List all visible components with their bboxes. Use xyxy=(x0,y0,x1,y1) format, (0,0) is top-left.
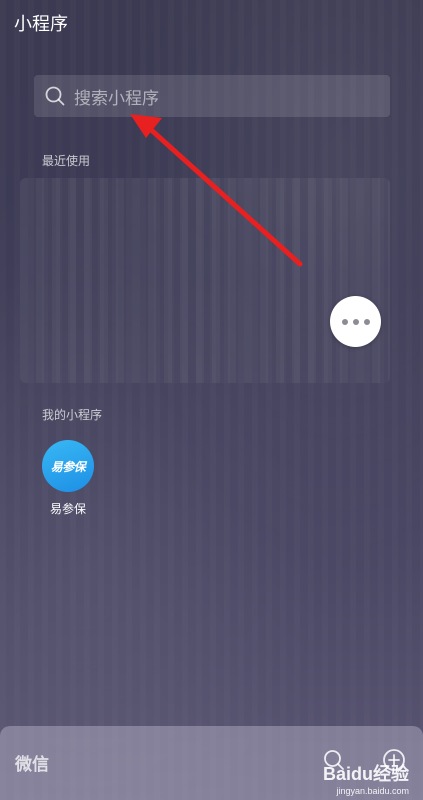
app-icon[interactable]: 易参保 xyxy=(42,440,94,492)
more-dots-icon xyxy=(352,318,359,325)
section-label-recent: 最近使用 xyxy=(42,154,91,168)
watermark-brand: Baidu经验 xyxy=(322,764,409,784)
bottom-bar: 微信 Baidu经验 jingyan.baidu.com xyxy=(0,726,423,800)
recent-apps-area xyxy=(20,178,390,383)
more-button[interactable] xyxy=(330,296,381,347)
page-title: 小程序 xyxy=(14,14,68,35)
search-icon xyxy=(44,85,66,107)
app-item[interactable]: 易参保 易参保 xyxy=(40,440,96,517)
app-icon-text: 易参保 xyxy=(50,459,86,474)
section-label-mine: 我的小程序 xyxy=(42,408,103,422)
watermark: Baidu经验 jingyan.baidu.com xyxy=(323,760,409,796)
more-dots-icon xyxy=(363,318,370,325)
more-dots-icon xyxy=(341,318,348,325)
watermark-url: jingyan.baidu.com xyxy=(336,786,409,796)
background xyxy=(0,0,423,800)
app-name: 易参保 xyxy=(49,502,86,516)
search-input[interactable]: 搜索小程序 xyxy=(34,75,390,117)
annotation-arrow-icon xyxy=(130,114,303,267)
search-placeholder: 搜索小程序 xyxy=(74,88,159,109)
bottom-title: 微信 xyxy=(15,755,49,775)
